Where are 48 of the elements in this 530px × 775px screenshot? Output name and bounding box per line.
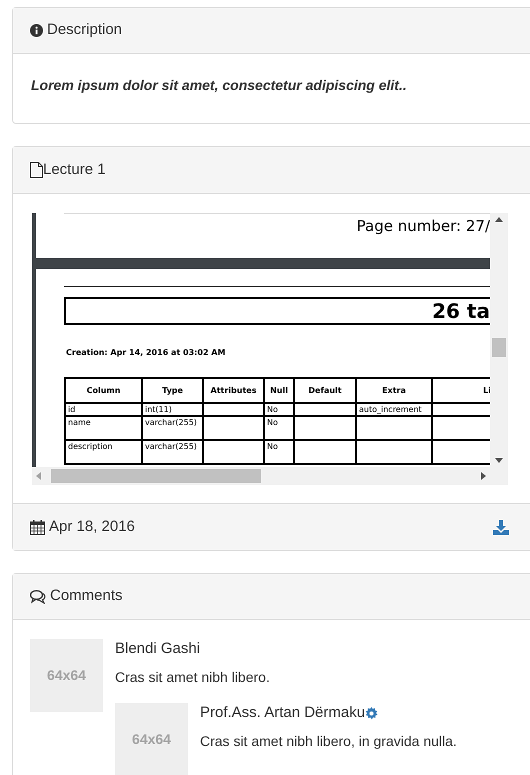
comment-author: Prof.Ass. Artan Dërmaku xyxy=(200,703,366,723)
comment-author: Blendi Gashi xyxy=(115,639,200,659)
table-header-cell: Default xyxy=(294,378,356,403)
scroll-right-icon[interactable] xyxy=(481,472,486,480)
avatar-size-label: 64x64 xyxy=(132,730,171,749)
table-header-cell: Null xyxy=(264,378,294,403)
horizontal-scrollbar[interactable] xyxy=(32,467,508,485)
download-icon[interactable] xyxy=(493,520,509,534)
table-cell: No xyxy=(264,416,294,440)
comment-text: Cras sit amet nibh libero, in gravida nulla. xyxy=(200,732,457,751)
panel-title: Description xyxy=(47,20,122,40)
table-cell xyxy=(294,416,356,440)
scroll-up-icon[interactable] xyxy=(495,217,503,222)
table-cell: No xyxy=(264,440,294,464)
table-cell: auto_increment xyxy=(356,403,432,416)
description-text: Lorem ipsum dolor sit amet, consectetur adipiscing elit.. xyxy=(31,77,407,93)
vertical-scrollbar[interactable] xyxy=(490,213,508,467)
table-cell xyxy=(294,403,356,416)
avatar-size-label: 64x64 xyxy=(47,666,86,685)
table-header-cell: Extra xyxy=(356,378,432,403)
table-header-cell: Attributes xyxy=(203,378,264,403)
panel-title: Lecture 1 xyxy=(43,160,106,180)
table-cell: description xyxy=(65,440,142,464)
comments-icon xyxy=(30,590,46,604)
table-cell xyxy=(203,403,264,416)
file-icon xyxy=(30,162,43,178)
table-cell: int(11) xyxy=(142,403,203,416)
table-cell xyxy=(203,440,264,464)
scroll-left-icon[interactable] xyxy=(36,472,41,480)
lecture-date: Apr 18, 2016 xyxy=(49,516,135,537)
panel-title: Comments xyxy=(50,586,123,606)
table-cell: name xyxy=(65,416,142,440)
table-cell: id xyxy=(65,403,142,416)
creation-text: Creation: Apr 14, 2016 at 03:02 AM xyxy=(66,347,226,359)
table-cell: varchar(255) xyxy=(142,440,203,464)
document-heading: 26 ta xyxy=(432,301,490,321)
info-icon xyxy=(30,24,43,37)
table-cell xyxy=(203,416,264,440)
table-header-cell: Column xyxy=(65,378,142,403)
table-cell xyxy=(294,440,356,464)
calendar-icon xyxy=(30,520,45,534)
scrollbar-thumb[interactable] xyxy=(51,469,261,483)
table-cell: varchar(255) xyxy=(142,416,203,440)
comment-text: Cras sit amet nibh libero. xyxy=(115,668,271,687)
page-number-text: Page number: 27/ xyxy=(356,216,490,237)
table-cell: No xyxy=(264,403,294,416)
table-header-cell: Type xyxy=(142,378,203,403)
scrollbar-thumb[interactable] xyxy=(492,338,506,357)
